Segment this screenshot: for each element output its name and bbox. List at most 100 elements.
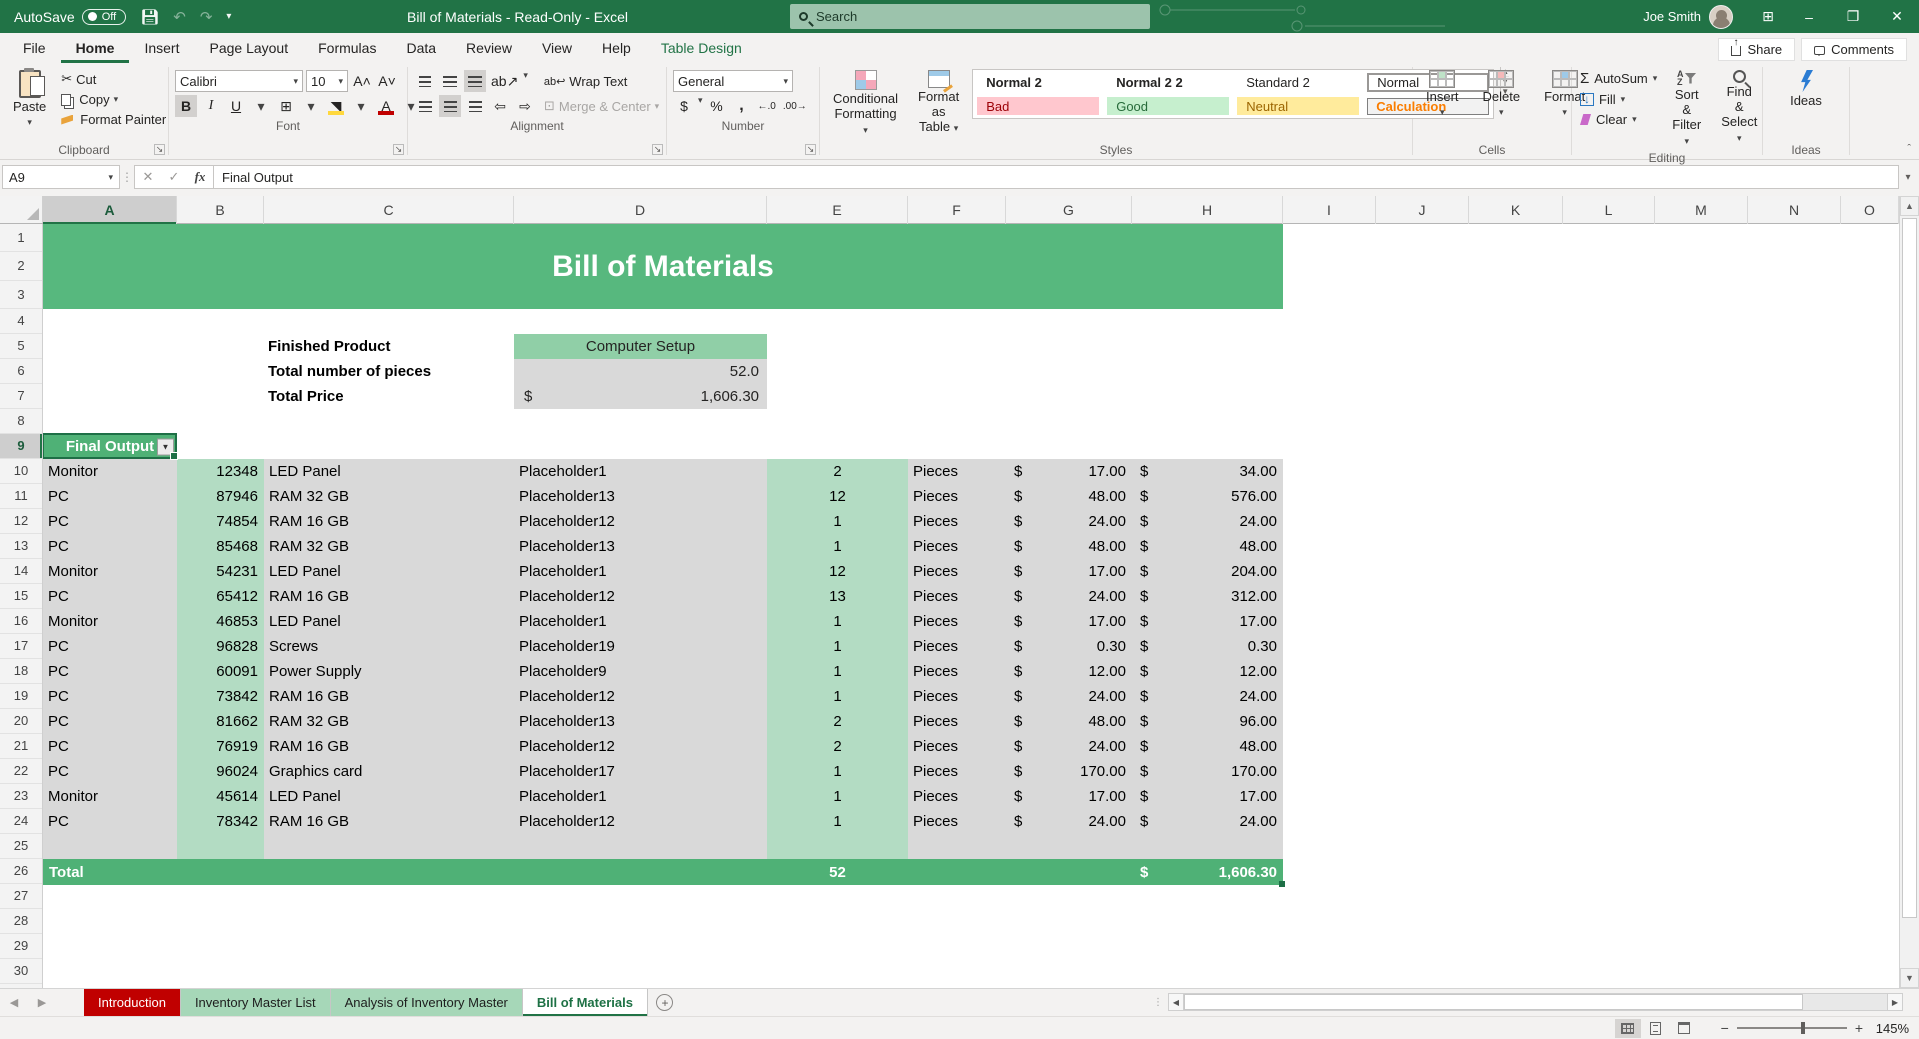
column-header-L[interactable]: L	[1563, 196, 1655, 224]
summary-value-2[interactable]: 52.0	[514, 359, 767, 384]
cell-quantity[interactable]: 12	[767, 484, 908, 509]
vertical-scroll-thumb[interactable]	[1902, 218, 1917, 918]
cell-uom[interactable]: Pieces	[908, 684, 1006, 709]
ribbon-tab-formulas[interactable]: Formulas	[303, 35, 391, 63]
cell-uom[interactable]: Pieces	[908, 784, 1006, 809]
sheet-canvas[interactable]: Bill of MaterialsFinished ProductCompute…	[43, 224, 1899, 988]
cancel-icon[interactable]: ✕	[135, 169, 161, 185]
cell-quantity[interactable]: 1	[767, 784, 908, 809]
ribbon-tab-insert[interactable]: Insert	[129, 35, 194, 63]
scroll-left-icon[interactable]: ◀	[1168, 993, 1184, 1011]
cell-uom[interactable]: Pieces	[908, 509, 1006, 534]
cell-quantity[interactable]: 1	[767, 759, 908, 784]
cell-cost[interactable]: $48.00	[1132, 534, 1283, 559]
cell-uom[interactable]: Pieces	[908, 609, 1006, 634]
scroll-right-icon[interactable]: ▶	[1887, 993, 1903, 1011]
row-header-21[interactable]: 21	[0, 734, 42, 759]
cell-sku[interactable]: 60091	[177, 659, 264, 684]
name-box[interactable]: A9 ▾	[2, 165, 120, 189]
close-button[interactable]: ✕	[1875, 0, 1919, 33]
style-normal-2[interactable]: Normal 2	[977, 73, 1099, 91]
cell-final_output[interactable]: PC	[43, 509, 177, 534]
fill-color-icon[interactable]: ◥	[325, 95, 347, 117]
cell-quantity[interactable]: 1	[767, 609, 908, 634]
row-header-19[interactable]: 19	[0, 684, 42, 709]
bold-button[interactable]: B	[175, 95, 197, 117]
total-quantity-cell[interactable]: 52	[767, 859, 908, 885]
cell-unit_cost[interactable]: $24.00	[1006, 509, 1132, 534]
column-header-D[interactable]: D	[514, 196, 767, 224]
column-header-M[interactable]: M	[1655, 196, 1748, 224]
cell-category[interactable]: LED Panel	[264, 784, 514, 809]
decrease-decimal-icon[interactable]: .00→	[781, 95, 809, 117]
column-header-J[interactable]: J	[1376, 196, 1469, 224]
row-header-2[interactable]: 2	[0, 252, 42, 280]
sheet-tab-bill-of-materials[interactable]: Bill of Materials	[523, 989, 648, 1016]
row-header-8[interactable]: 8	[0, 409, 42, 434]
style-normal-2-2[interactable]: Normal 2 2	[1107, 73, 1229, 91]
decrease-indent-icon[interactable]: ⇦	[489, 95, 511, 117]
cell-unit_cost[interactable]: $17.00	[1006, 559, 1132, 584]
summary-label-2[interactable]: Total number of pieces	[268, 359, 514, 384]
cell-cost[interactable]: $17.00	[1132, 609, 1283, 634]
page-layout-view-button[interactable]	[1643, 1019, 1669, 1038]
number-format-combobox[interactable]: General▾	[673, 70, 793, 92]
name-box-dropdown-icon[interactable]: ▾	[108, 172, 113, 183]
cell-sku[interactable]: 85468	[177, 534, 264, 559]
comments-button[interactable]: Comments	[1801, 38, 1907, 61]
fill-color-dropdown-icon[interactable]: ▾	[350, 95, 372, 117]
copy-button[interactable]: Copy▾	[59, 91, 168, 108]
row-header-11[interactable]: 11	[0, 484, 42, 509]
cell-final_output[interactable]: PC	[43, 709, 177, 734]
row-header-18[interactable]: 18	[0, 659, 42, 684]
empty-cell[interactable]	[1132, 834, 1283, 859]
ribbon-tab-data[interactable]: Data	[391, 35, 451, 63]
row-header-15[interactable]: 15	[0, 584, 42, 609]
empty-cell[interactable]	[1006, 834, 1132, 859]
cell-category[interactable]: RAM 16 GB	[264, 809, 514, 834]
table-header-final-output[interactable]: Final Output▼	[43, 434, 177, 459]
alignment-dialog-launcher-icon[interactable]: ↘	[652, 144, 663, 155]
cell-name[interactable]: Placeholder9	[514, 659, 767, 684]
cell-quantity[interactable]: 2	[767, 709, 908, 734]
row-header-16[interactable]: 16	[0, 609, 42, 634]
cell-sku[interactable]: 73842	[177, 684, 264, 709]
cell-category[interactable]: RAM 16 GB	[264, 734, 514, 759]
sheet-tab-analysis-of-inventory-master[interactable]: Analysis of Inventory Master	[331, 989, 523, 1016]
column-header-H[interactable]: H	[1132, 196, 1283, 224]
comma-style-icon[interactable]: ,	[731, 95, 753, 117]
cell-unit_cost[interactable]: $24.00	[1006, 684, 1132, 709]
underline-button[interactable]: U	[225, 95, 247, 117]
ribbon-tab-page-layout[interactable]: Page Layout	[194, 35, 303, 63]
total-label-cell[interactable]: Total	[43, 859, 767, 885]
cell-final_output[interactable]: Monitor	[43, 784, 177, 809]
cell-cost[interactable]: $24.00	[1132, 809, 1283, 834]
cell-cost[interactable]: $170.00	[1132, 759, 1283, 784]
row-header-29[interactable]: 29	[0, 934, 42, 959]
cell-uom[interactable]: Pieces	[908, 559, 1006, 584]
ribbon-tab-review[interactable]: Review	[451, 35, 527, 63]
align-bottom-icon[interactable]	[464, 70, 486, 92]
cell-unit_cost[interactable]: $12.00	[1006, 659, 1132, 684]
format-as-table-button[interactable]: Format asTable ▾	[911, 67, 966, 138]
paste-button[interactable]: Paste▾	[6, 67, 53, 131]
cell-uom[interactable]: Pieces	[908, 709, 1006, 734]
font-color-icon[interactable]: A	[375, 95, 397, 117]
increase-decimal-icon[interactable]: ←.0	[756, 95, 778, 117]
row-header-26[interactable]: 26	[0, 859, 42, 884]
cell-final_output[interactable]: PC	[43, 484, 177, 509]
cell-uom[interactable]: Pieces	[908, 584, 1006, 609]
cell-uom[interactable]: Pieces	[908, 659, 1006, 684]
cell-cost[interactable]: $312.00	[1132, 584, 1283, 609]
horizontal-scroll-thumb[interactable]	[1184, 994, 1803, 1010]
total-spacer[interactable]	[908, 859, 1132, 885]
autosum-button[interactable]: ΣAutoSum▾	[1578, 69, 1659, 88]
cell-unit_cost[interactable]: $48.00	[1006, 484, 1132, 509]
cell-name[interactable]: Placeholder13	[514, 534, 767, 559]
cell-final_output[interactable]: PC	[43, 734, 177, 759]
cell-uom[interactable]: Pieces	[908, 634, 1006, 659]
cell-category[interactable]: Graphics card	[264, 759, 514, 784]
cell-final_output[interactable]: PC	[43, 659, 177, 684]
cell-quantity[interactable]: 12	[767, 559, 908, 584]
align-middle-icon[interactable]	[439, 70, 461, 92]
